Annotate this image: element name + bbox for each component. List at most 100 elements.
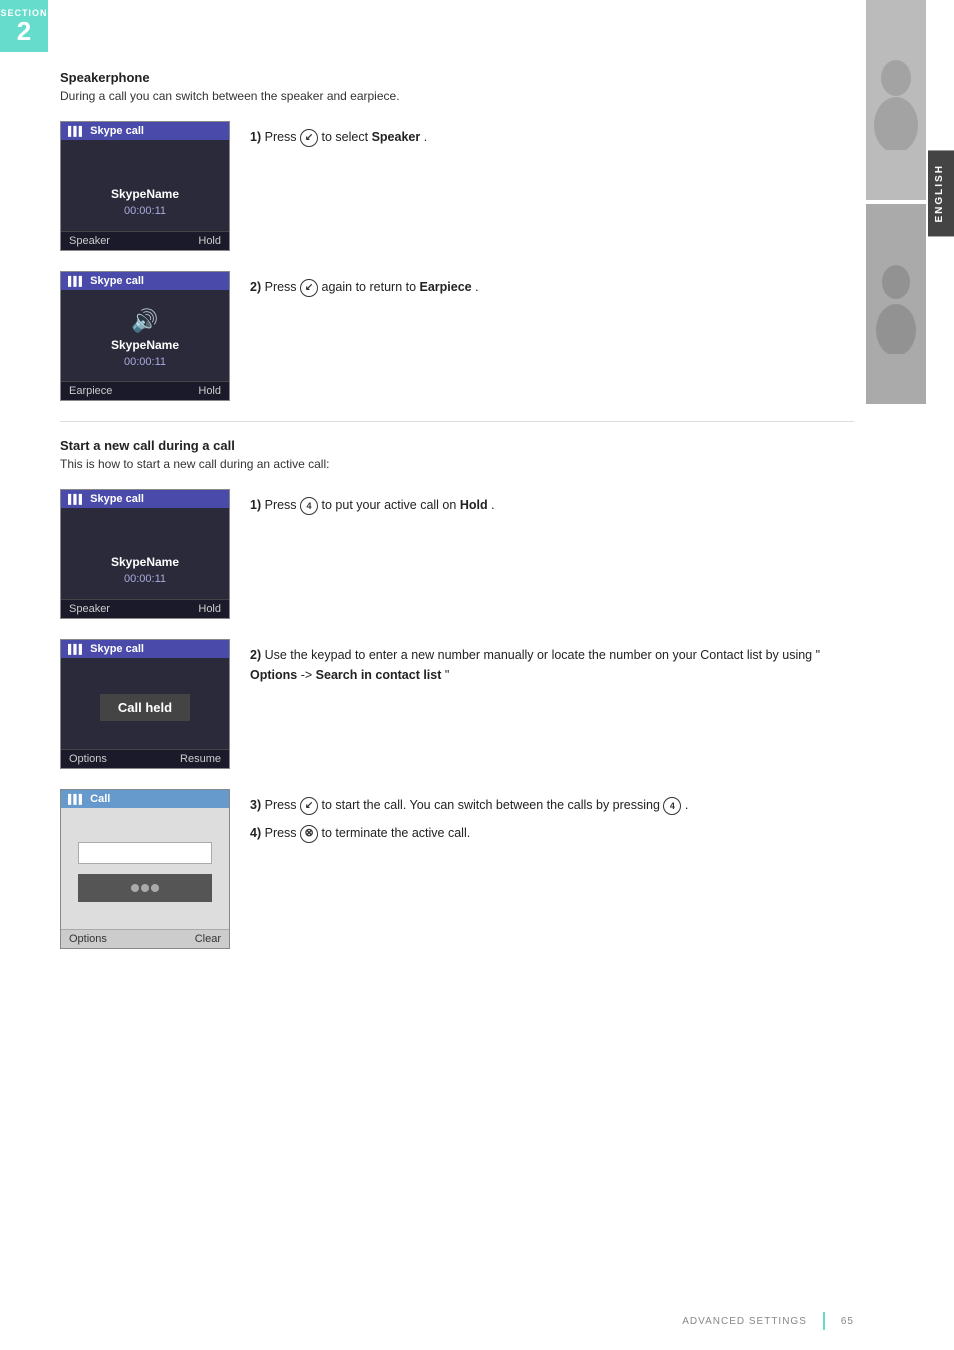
speakerphone-heading: Speakerphone: [60, 70, 854, 85]
phone-name-sp1: SkypeName: [111, 187, 179, 201]
keypad-dot2: [141, 884, 149, 892]
instr-bold-nc1: Hold: [460, 498, 488, 512]
footer-left-sp1: Speaker: [69, 235, 110, 247]
instr-num-nc1: 1): [250, 498, 261, 512]
footer-page: 65: [841, 1316, 854, 1327]
circle-btn-sp2: ↙: [300, 279, 318, 297]
phone-screen-sp1: ▌▌▌ Skype call SkypeName 00:00:11 Speake…: [60, 121, 230, 251]
section-badge: SECTION 2: [0, 0, 48, 52]
instr-num-sp2: 2): [250, 280, 261, 294]
speakerphone-section: Speakerphone During a call you can switc…: [60, 70, 854, 401]
footer-left-nc3: Options: [69, 933, 107, 945]
phone-input: [78, 842, 212, 864]
instr-nc4: 4) Press ⊗ to terminate the active call.: [250, 823, 854, 843]
new-call-step-1: ▌▌▌ Skype call SkypeName 00:00:11 Speake…: [60, 489, 854, 619]
footer-right-sp2: Hold: [198, 385, 221, 397]
new-call-step-3-4: ▌▌▌ Call Options Clear: [60, 789, 854, 949]
section-number: 2: [17, 18, 31, 44]
phone-title-bar-sp2: ▌▌▌ Skype call: [61, 272, 229, 290]
phone-title-nc3: Call: [90, 793, 110, 805]
phone-name-sp2: SkypeName: [111, 338, 179, 352]
instr-nc3-4: 3) Press ↙ to start the call. You can sw…: [250, 789, 854, 851]
footer-right-nc1: Hold: [198, 603, 221, 615]
footer-left-nc2: Options: [69, 753, 107, 765]
phone-title-bar-nc1: ▌▌▌ Skype call: [61, 490, 229, 508]
keypad-dot1: [131, 884, 139, 892]
instr-nc2: 2) Use the keypad to enter a new number …: [250, 639, 854, 685]
section-divider: [60, 421, 854, 422]
phone-time-sp1: 00:00:11: [124, 205, 166, 217]
phone-screen-sp2: ▌▌▌ Skype call 🔊 SkypeName 00:00:11 Earp…: [60, 271, 230, 401]
new-call-step-2: ▌▌▌ Skype call Call held Options Resume …: [60, 639, 854, 769]
search-label: Search in contact list: [316, 668, 442, 682]
footer-text: ADVANCED SETTINGS: [682, 1316, 807, 1327]
phone-footer-nc2: Options Resume: [61, 749, 229, 768]
call-held-label: Call held: [100, 694, 190, 721]
options-label: Options: [250, 668, 297, 682]
footer-right-sp1: Hold: [198, 235, 221, 247]
phone-title-bar-nc2: ▌▌▌ Skype call: [61, 640, 229, 658]
instr-num-nc2: 2): [250, 648, 261, 662]
phone-title-nc1: Skype call: [90, 493, 144, 505]
speakerphone-desc: During a call you can switch between the…: [60, 89, 854, 103]
phone-title-nc2: Skype call: [90, 643, 144, 655]
phone-screen-nc1: ▌▌▌ Skype call SkypeName 00:00:11 Speake…: [60, 489, 230, 619]
phone-name-nc1: SkypeName: [111, 555, 179, 569]
circle-btn-nc1: 4: [300, 497, 318, 515]
footer-line: [823, 1312, 825, 1330]
phone-body-sp2: 🔊 SkypeName 00:00:11: [61, 290, 229, 381]
footer-right-nc2: Resume: [180, 753, 221, 765]
main-content: Speakerphone During a call you can switc…: [60, 0, 854, 1029]
instr-nc3: 3) Press ↙ to start the call. You can sw…: [250, 795, 854, 815]
phone-screen-nc2: ▌▌▌ Skype call Call held Options Resume: [60, 639, 230, 769]
phone-title-sp1: Skype call: [90, 125, 144, 137]
new-call-heading: Start a new call during a call: [60, 438, 854, 453]
phone-title-bar-nc3: ▌▌▌ Call: [61, 790, 229, 808]
phone-body-nc3: [61, 808, 229, 929]
speakerphone-step-1: ▌▌▌ Skype call SkypeName 00:00:11 Speake…: [60, 121, 854, 251]
phone-time-nc1: 00:00:11: [124, 573, 166, 585]
instr-after-sp2: again to return to: [322, 280, 420, 294]
page-footer: ADVANCED SETTINGS 65: [682, 1312, 854, 1330]
circle-btn-nc3b: 4: [663, 797, 681, 815]
instr-bold-sp1: Speaker: [372, 130, 421, 144]
photo-strip: [866, 0, 926, 420]
instr-sp2: 2) Press ↙ again to return to Earpiece .: [250, 271, 854, 297]
phone-footer-sp1: Speaker Hold: [61, 231, 229, 250]
phone-footer-sp2: Earpiece Hold: [61, 381, 229, 400]
circle-btn-nc4: ⊗: [300, 825, 318, 843]
circle-btn-nc3: ↙: [300, 797, 318, 815]
english-tab: ENGLISH: [928, 150, 954, 236]
keypad-dot3: [151, 884, 159, 892]
signal-icon-sp2: ▌▌▌: [68, 276, 84, 286]
signal-icon-nc3: ▌▌▌: [68, 794, 84, 804]
instr-before-sp2: Press: [265, 280, 300, 294]
new-call-desc: This is how to start a new call during a…: [60, 457, 854, 471]
photo-1: [866, 0, 926, 200]
phone-footer-nc1: Speaker Hold: [61, 599, 229, 618]
photo-2: [866, 204, 926, 404]
phone-keypad: [78, 874, 212, 902]
phone-screen-nc3: ▌▌▌ Call Options Clear: [60, 789, 230, 949]
instr-sp1: 1) Press ↙ to select Speaker .: [250, 121, 854, 147]
instr-after-sp1: to select: [322, 130, 372, 144]
instr-num-nc3: 3): [250, 798, 261, 812]
footer-right-nc3: Clear: [195, 933, 221, 945]
footer-left-nc1: Speaker: [69, 603, 110, 615]
new-call-section: Start a new call during a call This is h…: [60, 438, 854, 949]
instr-before-sp1: Press: [265, 130, 300, 144]
footer-left-sp2: Earpiece: [69, 385, 112, 397]
signal-icon-nc1: ▌▌▌: [68, 494, 84, 504]
phone-body-sp1: SkypeName 00:00:11: [61, 140, 229, 231]
instr-bold-sp2: Earpiece: [420, 280, 472, 294]
signal-icon-sp1: ▌▌▌: [68, 126, 84, 136]
instr-nc1: 1) Press 4 to put your active call on Ho…: [250, 489, 854, 515]
phone-title-bar-sp1: ▌▌▌ Skype call: [61, 122, 229, 140]
speaker-icon: 🔊: [131, 308, 158, 334]
phone-title-sp2: Skype call: [90, 275, 144, 287]
phone-body-nc2: Call held: [61, 658, 229, 749]
instr-num-nc4: 4): [250, 826, 261, 840]
speakerphone-step-2: ▌▌▌ Skype call 🔊 SkypeName 00:00:11 Earp…: [60, 271, 854, 401]
phone-footer-nc3: Options Clear: [61, 929, 229, 948]
signal-icon-nc2: ▌▌▌: [68, 644, 84, 654]
